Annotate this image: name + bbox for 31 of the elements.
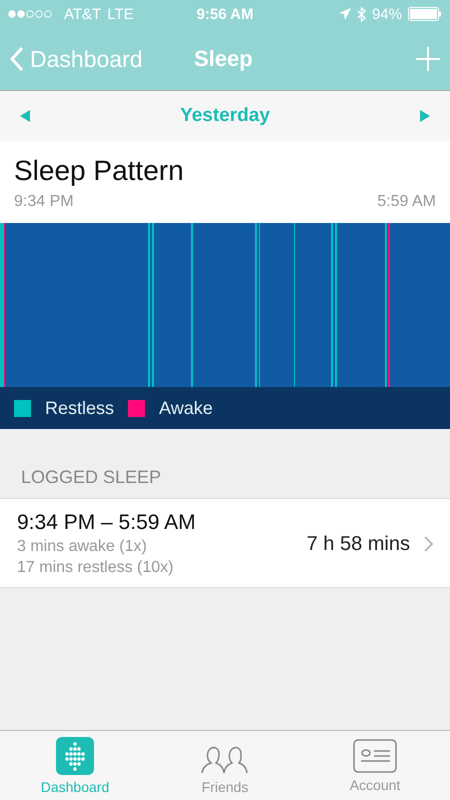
id-card-icon [353, 738, 397, 772]
legend-label: Awake [159, 398, 213, 418]
add-button[interactable] [416, 47, 440, 71]
start-time: 9:34 PM [14, 193, 74, 211]
next-day-button[interactable] [420, 110, 430, 122]
clock-time: 9:56 AM [196, 6, 254, 22]
network-label: LTE [107, 6, 134, 22]
dots-icon [56, 736, 94, 774]
chevron-left-icon [10, 46, 24, 72]
screen-title: Sleep [194, 46, 253, 72]
date-label: Yesterday [180, 105, 270, 127]
previous-day-button[interactable] [20, 110, 30, 122]
battery-icon [408, 7, 442, 21]
tab-bar-item[interactable]: Friends [150, 731, 300, 800]
duration-label: 7 h 58 mins [306, 532, 410, 556]
location-arrow-icon [338, 8, 351, 20]
sleep-range: 9:34 PM – 5:59 AM [17, 511, 197, 535]
tab-bar-item[interactable]: Account [300, 731, 450, 800]
battery-percent: 94% [372, 6, 402, 22]
end-time: 5:59 AM [377, 193, 436, 211]
sleep-log-row[interactable]: 9:34 PM – 5:59 AM 3 mins awake (1x) 17 mins restless (10x) 7 h 58 mins [0, 498, 450, 588]
back-button[interactable]: Dashboard [10, 46, 143, 72]
awake-summary: 3 mins awake (1x) [17, 538, 148, 556]
restless-summary: 17 mins restless (10x) [17, 559, 174, 577]
bluetooth-icon [356, 6, 366, 22]
legend-label: Restless [45, 398, 114, 418]
chevron-right-icon [424, 536, 434, 552]
carrier-label: AT&T [64, 6, 102, 22]
card-title: Sleep Pattern [14, 155, 185, 187]
section-header: LOGGED SLEEP [21, 467, 162, 487]
tab-bar-item[interactable]: Dashboard [0, 731, 150, 800]
